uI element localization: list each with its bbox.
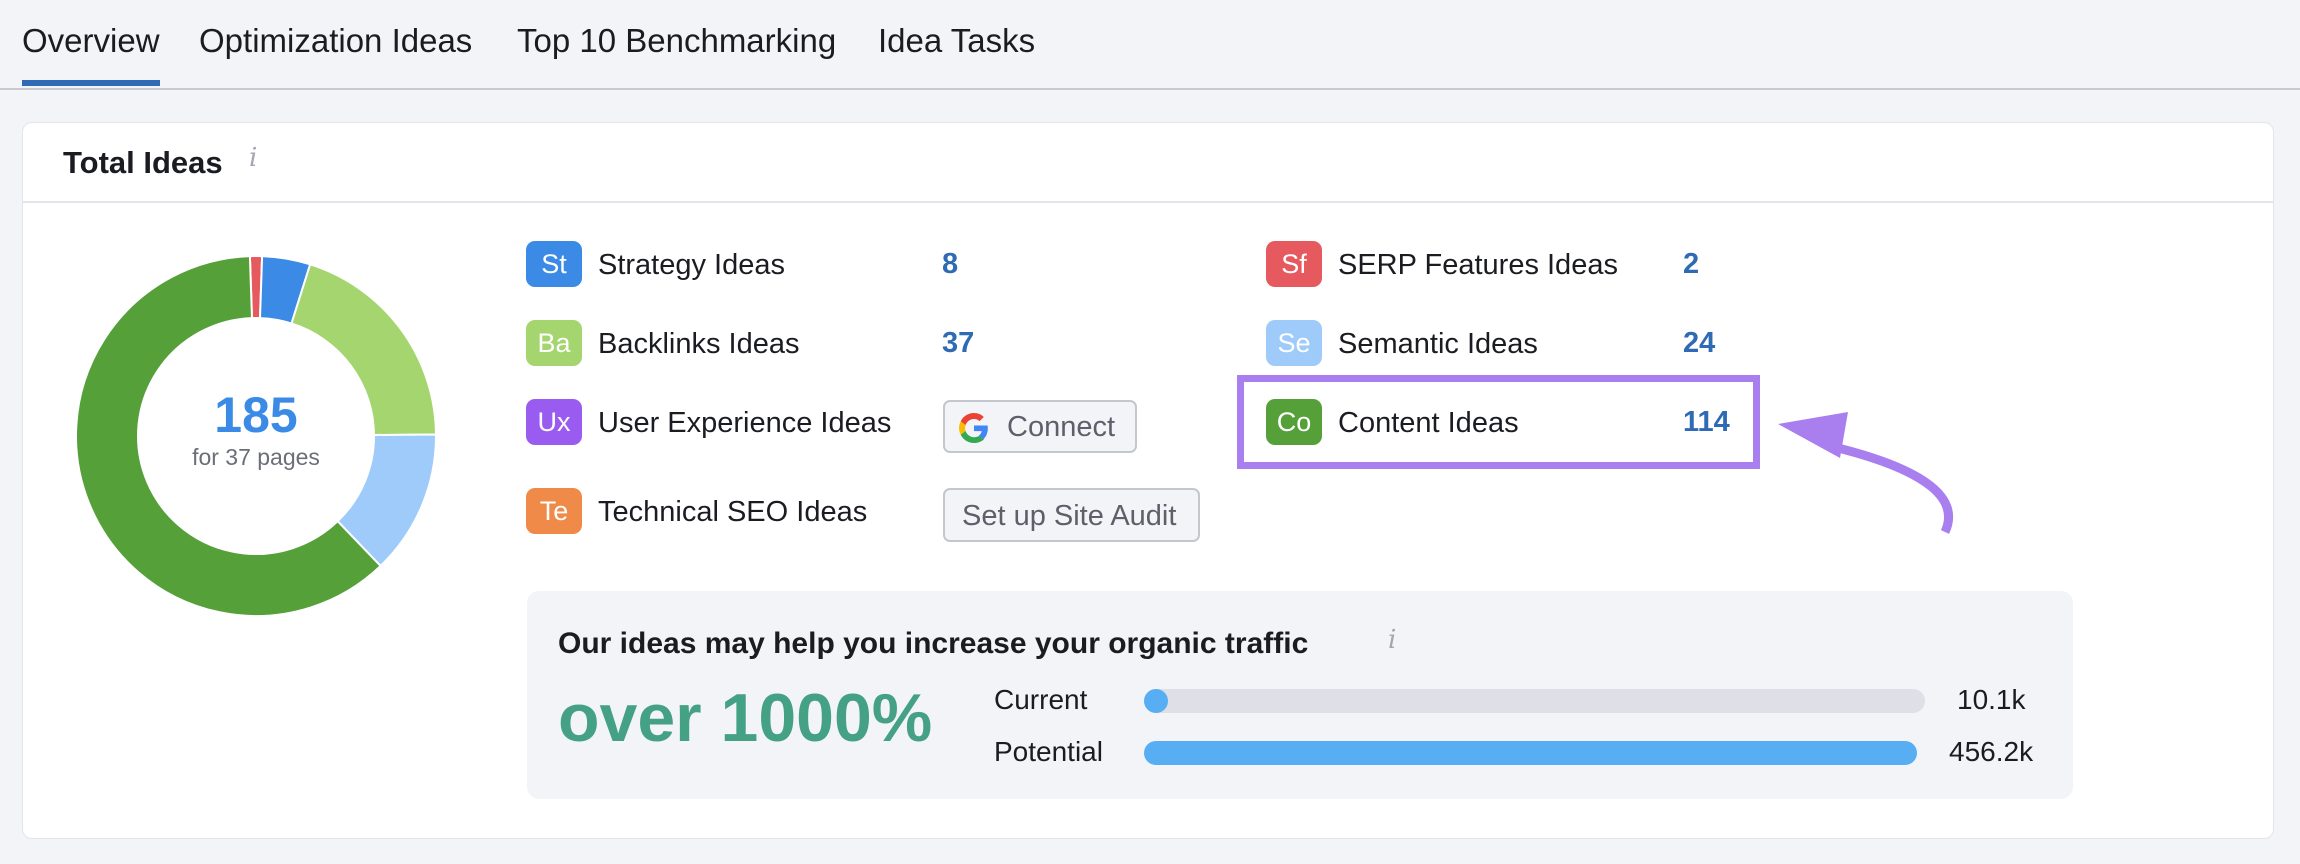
semantic-label: Semantic Ideas: [1338, 328, 1538, 360]
serp-label: SERP Features Ideas: [1338, 249, 1618, 281]
current-label: Current: [994, 684, 1088, 715]
idea-row-backlinks: Ba Backlinks Ideas 37: [526, 320, 1026, 366]
tab-bar: Overview Optimization Ideas Top 10 Bench…: [0, 0, 2300, 90]
setup-site-audit-label: Set up Site Audit: [962, 500, 1177, 532]
backlinks-count[interactable]: 37: [942, 327, 974, 360]
info-icon[interactable]: i: [249, 143, 257, 173]
strategy-label: Strategy Ideas: [598, 249, 785, 281]
strategy-badge-icon: St: [526, 241, 582, 287]
serp-count[interactable]: 2: [1683, 248, 1699, 281]
connect-label: Connect: [1007, 411, 1116, 443]
technical-label: Technical SEO Ideas: [598, 496, 868, 528]
traffic-info-icon[interactable]: i: [1388, 625, 1396, 655]
tab-idea-tasks[interactable]: Idea Tasks: [878, 22, 1035, 60]
traffic-increase-headline: over 1000%: [558, 680, 933, 756]
ux-label: User Experience Ideas: [598, 407, 892, 439]
semantic-badge-icon: Se: [1266, 320, 1322, 366]
current-traffic-bar-fill: [1144, 689, 1168, 713]
potential-traffic-value: 456.2k: [1949, 736, 2034, 767]
serp-badge-icon: Sf: [1266, 241, 1322, 287]
organic-traffic-panel: Our ideas may help you increase your org…: [527, 591, 2073, 799]
connect-google-button[interactable]: Connect: [943, 400, 1137, 453]
idea-row-strategy: St Strategy Ideas 8: [526, 241, 1026, 287]
tab-overview[interactable]: Overview: [22, 22, 160, 86]
technical-badge-icon: Te: [526, 488, 582, 534]
ux-badge-icon: Ux: [526, 399, 582, 445]
donut-subtitle: for 37 pages: [192, 444, 320, 470]
setup-site-audit-button[interactable]: Set up Site Audit: [943, 488, 1200, 542]
donut-total: 185: [214, 387, 298, 443]
tab-top-10-benchmarking[interactable]: Top 10 Benchmarking: [517, 22, 836, 60]
donut-center: 185 for 37 pages: [75, 390, 437, 471]
idea-row-serp-features: Sf SERP Features Ideas 2: [1266, 241, 1746, 287]
card-header: Total Ideas i: [23, 123, 2273, 203]
content-ideas-highlight-box: [1237, 375, 1760, 469]
semantic-count[interactable]: 24: [1683, 327, 1715, 360]
google-icon: [959, 413, 988, 443]
traffic-title: Our ideas may help you increase your org…: [558, 627, 1309, 660]
strategy-count[interactable]: 8: [942, 248, 958, 281]
idea-row-semantic: Se Semantic Ideas 24: [1266, 320, 1746, 366]
annotation-arrow-icon: [1778, 412, 1954, 534]
potential-traffic-bar-fill: [1144, 741, 1918, 765]
backlinks-label: Backlinks Ideas: [598, 328, 800, 360]
current-traffic-bar: [1144, 689, 1925, 713]
tab-optimization-ideas[interactable]: Optimization Ideas: [199, 22, 472, 60]
card-title: Total Ideas: [63, 145, 223, 180]
potential-traffic-bar: [1144, 741, 1925, 765]
current-traffic-value: 10.1k: [1957, 684, 2026, 715]
backlinks-badge-icon: Ba: [526, 320, 582, 366]
potential-label: Potential: [994, 736, 1103, 767]
